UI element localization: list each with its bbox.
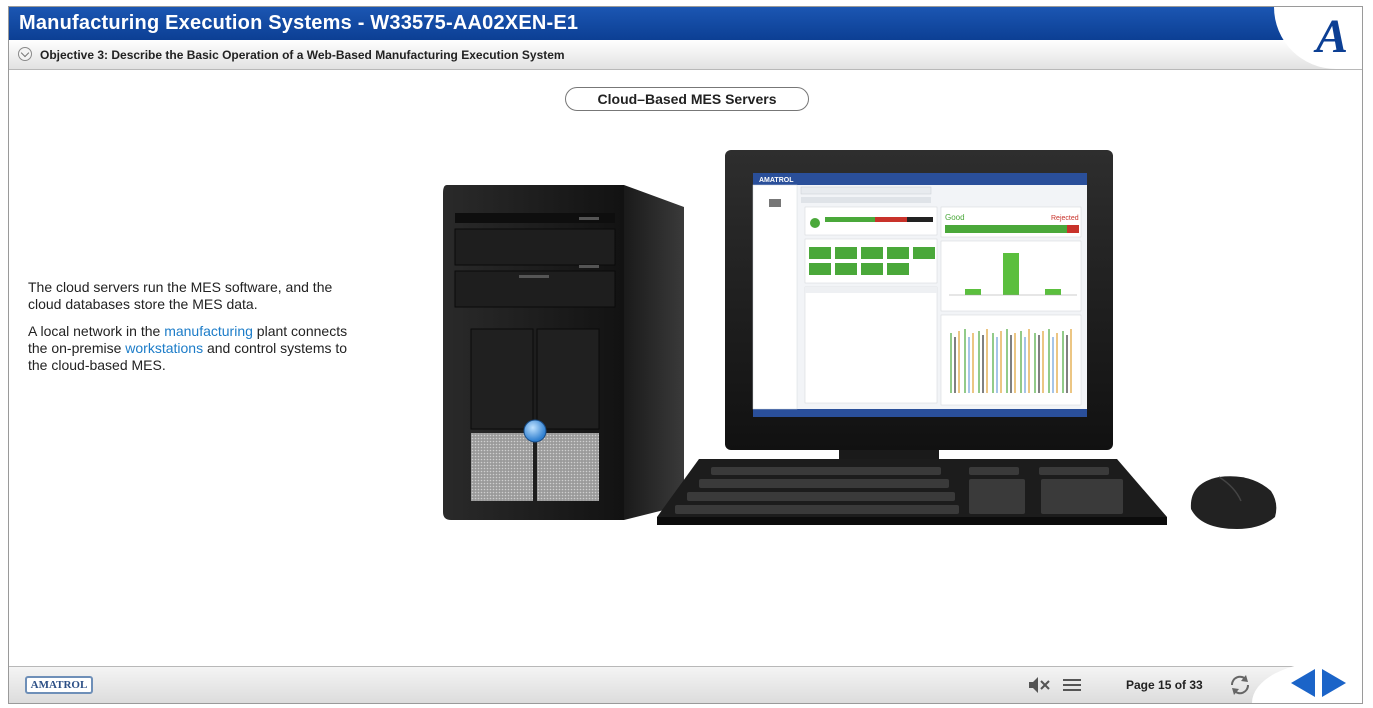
computer-illustration: AMATROL Good Rejected xyxy=(443,150,1277,529)
page-indicator: Page 15 of 33 xyxy=(1126,678,1203,692)
keyboard xyxy=(657,459,1167,525)
speaker-muted-icon[interactable] xyxy=(1027,675,1051,695)
objective-bar: Objective 3: Describe the Basic Operatio… xyxy=(9,40,1362,70)
paragraph-2: A local network in the manufacturing pla… xyxy=(28,323,368,374)
menu-icon[interactable] xyxy=(1061,675,1083,695)
amatrol-a-logo: A xyxy=(1315,10,1348,63)
title-bar: Manufacturing Execution Systems - W33575… xyxy=(9,7,1362,40)
course-title: Manufacturing Execution Systems - W33575… xyxy=(19,12,579,34)
monitor: AMATROL Good Rejected xyxy=(725,150,1113,475)
workstations-link[interactable]: workstations xyxy=(125,340,203,356)
screen-status-rejected: Rejected xyxy=(1051,215,1079,222)
arrow-right-icon[interactable] xyxy=(1322,669,1346,697)
course-window: Manufacturing Execution Systems - W33575… xyxy=(8,6,1363,704)
footer-bar: AMATROL Page 15 of 33 xyxy=(9,661,1362,703)
pc-tower xyxy=(443,185,684,520)
screen-status-good: Good xyxy=(945,213,965,222)
objective-title: Objective 3: Describe the Basic Operatio… xyxy=(40,48,565,62)
amatrol-footer-logo: AMATROL xyxy=(25,676,93,694)
arrow-left-icon[interactable] xyxy=(1291,669,1315,697)
slide-subtitle: Cloud–Based MES Servers xyxy=(565,87,809,111)
power-button-icon xyxy=(523,419,547,443)
refresh-icon[interactable] xyxy=(1228,673,1252,697)
manufacturing-link[interactable]: manufacturing xyxy=(164,323,253,339)
slide-text: The cloud servers run the MES software, … xyxy=(28,279,368,384)
paragraph-2-text-a: A local network in the xyxy=(28,323,165,339)
screen-brand: AMATROL xyxy=(759,177,794,184)
paragraph-1: The cloud servers run the MES software, … xyxy=(28,279,333,312)
mouse xyxy=(1190,476,1277,529)
chevron-down-icon[interactable] xyxy=(18,47,32,61)
